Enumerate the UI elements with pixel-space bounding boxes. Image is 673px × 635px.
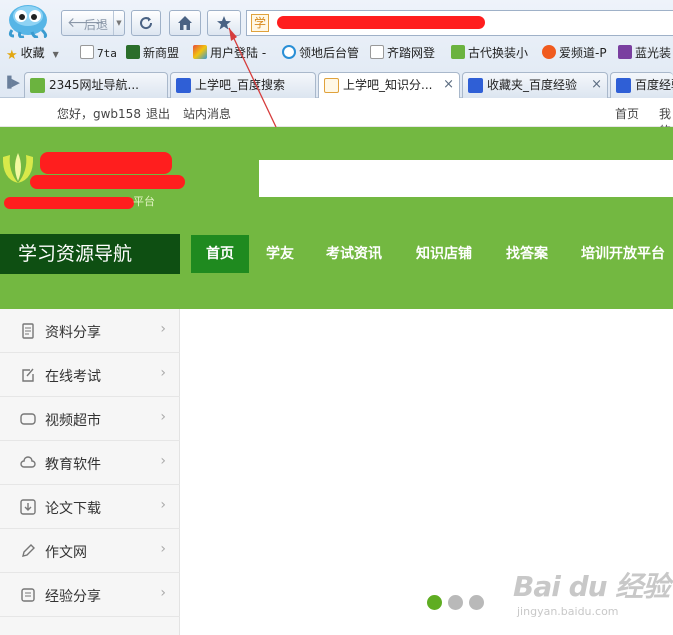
nav-knowledge-shop[interactable]: 知识店铺 (416, 235, 472, 273)
redacted-site-name (40, 152, 172, 174)
bookmark-favorites-menu[interactable]: ★ 收藏 ▼ (6, 44, 59, 63)
close-icon[interactable]: × (443, 73, 454, 97)
home-icon (178, 16, 192, 30)
tab-strip: ▐▶ 2345网址导航... 上学吧_百度搜索 上学吧_知识分... × 收藏夹… (0, 70, 673, 99)
site-header: 平台 学习资源导航 首页 学友 考试资讯 知识店铺 找答案 培训开放平台 (0, 127, 673, 309)
window-title-strip (60, 0, 673, 6)
chevron-right-icon: › (160, 541, 166, 557)
site-search-input[interactable] (259, 160, 673, 197)
redacted-url (277, 16, 485, 29)
download-icon (20, 499, 36, 515)
refresh-icon (140, 17, 153, 30)
nav-find-answer[interactable]: 找答案 (506, 235, 548, 273)
home-link[interactable]: 首页 (615, 105, 639, 122)
site-tagline-tail: 平台 (133, 195, 155, 208)
chevron-right-icon: › (160, 585, 166, 601)
sidebar-item-paper-download[interactable]: 论文下载 › (0, 485, 180, 529)
pen-icon (22, 544, 35, 557)
tab-2345[interactable]: 2345网址导航... (24, 72, 168, 98)
baidu-paw-icon (468, 78, 483, 93)
baidu-jingyan-watermark: Bai du 经验 jingyan.baidu.com (513, 570, 670, 618)
nav-xueyou[interactable]: 学友 (266, 235, 294, 273)
favorite-button[interactable] (207, 10, 241, 36)
blueray-icon (618, 45, 632, 59)
tab-baidu-jingyan-fav[interactable]: 收藏夹_百度经验 × (462, 72, 608, 98)
close-icon[interactable]: × (591, 73, 602, 97)
baidu-paw-icon (176, 78, 191, 93)
bookmark-xinshangmeng[interactable]: 新商盟 (126, 44, 179, 62)
sidebar-item-edu-software[interactable]: 教育软件 › (0, 441, 180, 485)
carousel-dot-2[interactable] (448, 595, 463, 610)
sidebar-item-resource-share[interactable]: 资料分享 › (0, 309, 180, 353)
2345-icon (30, 78, 45, 93)
redacted-tagline (4, 197, 134, 209)
chevron-right-icon: › (160, 409, 166, 425)
nav-exam-news[interactable]: 考试资讯 (326, 235, 382, 273)
xinshangmeng-icon (126, 45, 140, 59)
chevron-right-icon: › (160, 321, 166, 337)
sidebar-item-essay[interactable]: 作文网 › (0, 529, 180, 573)
document-icon (22, 323, 34, 339)
tab-baidu-search[interactable]: 上学吧_百度搜索 (170, 72, 316, 98)
shangxueba-icon (324, 78, 339, 93)
page-icon (80, 45, 94, 59)
bookmark-lingdi-admin[interactable]: 领地后台管 (282, 44, 359, 62)
address-bar[interactable]: 学 (246, 10, 673, 36)
site-favicon: 学 (251, 14, 269, 32)
note-icon (21, 588, 35, 602)
circle-logo-icon (282, 45, 296, 59)
history-dropdown-icon[interactable]: ▼ (113, 11, 124, 35)
chevron-right-icon: › (160, 497, 166, 513)
redacted-site-name (30, 175, 185, 189)
sidebar-item-online-exam[interactable]: 在线考试 › (0, 353, 180, 397)
carousel-dot-1[interactable] (427, 595, 442, 610)
sidebar-item-experience-share[interactable]: 经验分享 › (0, 573, 180, 617)
sidebar-toggle-icon[interactable]: ▐▶ (3, 76, 20, 92)
resource-sidebar: 资料分享 › 在线考试 › 视频超市 › 教育软件 › 论文下载 › 作文网 ›… (0, 309, 180, 635)
refresh-button[interactable] (131, 10, 161, 36)
tab-baidu-jingyan[interactable]: 百度经验 (610, 72, 673, 98)
aipindao-icon (542, 45, 556, 59)
user-greeting: 您好，gwb158 (57, 107, 141, 121)
bookmark-aipindao[interactable]: 爱频道-P (542, 44, 607, 62)
baidu-paw-icon (616, 78, 631, 93)
chevron-right-icon: › (160, 453, 166, 469)
sidebar-item-video-market[interactable]: 视频超市 › (0, 397, 180, 441)
carousel-indicators (427, 595, 487, 611)
tab-shangxueba[interactable]: 上学吧_知识分... × (318, 72, 460, 99)
bookmarks-bar: ★ 收藏 ▼ 7ta 新商盟 用户登陆 - 领地后台管 齐踏网登 古代换装小 爱频道… (0, 40, 673, 66)
nav-home[interactable]: 首页 (191, 235, 249, 273)
bookmark-qita-login[interactable]: 齐踏网登 (370, 44, 435, 62)
chevron-right-icon: › (160, 365, 166, 381)
carousel-dot-3[interactable] (469, 595, 484, 610)
back-button[interactable]: 🡐 后退 ▼ (61, 10, 125, 36)
bookmark-blueray[interactable]: 蓝光装 (618, 44, 671, 62)
star-icon: ★ (6, 48, 18, 63)
nav-training-platform[interactable]: 培训开放平台 (581, 235, 665, 273)
bookmark-ancient-dressup[interactable]: 古代换装小 (451, 44, 528, 62)
2345-icon (451, 45, 465, 59)
cloud-icon (20, 456, 36, 468)
messages-link[interactable]: 站内消息 (183, 105, 231, 122)
edit-icon (22, 368, 34, 382)
page-icon (370, 45, 384, 59)
bookmark-user-login[interactable]: 用户登陆 - (193, 44, 266, 62)
browser-mascot-logo (8, 5, 48, 38)
nav-title: 学习资源导航 (0, 234, 180, 274)
video-icon (20, 413, 36, 425)
bookmark-7ta[interactable]: 7ta (80, 44, 117, 62)
back-label: 后退 (84, 18, 109, 32)
user-bar: 您好，gwb158 退出 站内消息 首页 我的 (0, 98, 673, 138)
pencil-icon (193, 45, 207, 59)
logout-link[interactable]: 退出 (146, 105, 170, 122)
star-icon (217, 16, 231, 30)
browser-chrome: 🡐 后退 ▼ 学 ★ 收藏 ▼ 7ta 新商盟 用户登陆 - 领地后台管 齐踏网… (0, 0, 673, 99)
home-button[interactable] (169, 10, 201, 36)
